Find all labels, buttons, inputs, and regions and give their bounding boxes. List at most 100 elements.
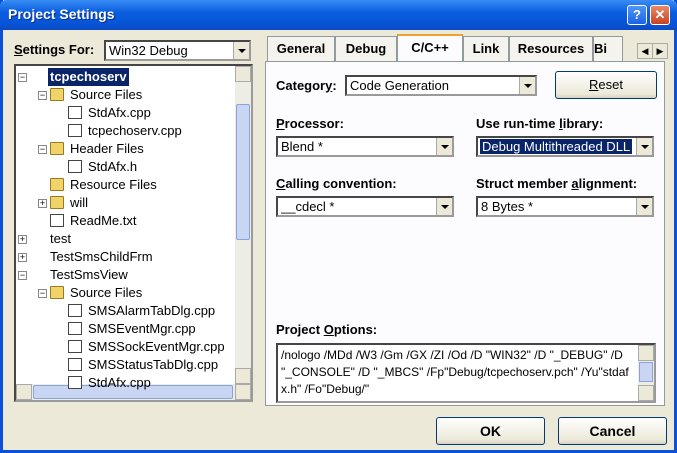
project-options-textarea[interactable]: /nologo /MDd /W3 /Gm /GX /ZI /Od /D "WIN… bbox=[276, 343, 656, 403]
tree-item-label: SMSAlarmTabDlg.cpp bbox=[88, 303, 216, 318]
tab-scroll-buttons: ◀ ▶ bbox=[637, 43, 668, 60]
runtime-library-label-pre: Use run-time bbox=[476, 116, 560, 131]
tree-item-label: SMSStatusTabDlg.cpp bbox=[88, 357, 219, 372]
collapse-icon[interactable]: − bbox=[38, 91, 47, 100]
struct-alignment-label-mnemonic: a bbox=[571, 176, 579, 191]
file-icon bbox=[68, 160, 82, 173]
struct-alignment-label: Struct member alignment: bbox=[476, 176, 637, 191]
folder-icon bbox=[50, 196, 64, 209]
tree-vertical-scrollbar[interactable] bbox=[235, 66, 251, 384]
calling-convention-label-text: alling convention: bbox=[285, 176, 397, 191]
tab-c-c-[interactable]: C/C++ bbox=[397, 34, 463, 61]
cancel-button[interactable]: Cancel bbox=[558, 417, 667, 445]
file-icon bbox=[50, 214, 64, 227]
settings-for-label-text: ettings For: bbox=[22, 42, 95, 57]
tree-item-label: TestSmsView bbox=[50, 267, 128, 282]
runtime-library-value-wrap: Debug Multithreaded DLL bbox=[480, 139, 634, 154]
processor-combo[interactable]: Blend * bbox=[276, 136, 454, 157]
tab-bi[interactable]: Bi bbox=[593, 36, 623, 61]
file-icon bbox=[68, 376, 82, 389]
tab-link[interactable]: Link bbox=[463, 36, 509, 61]
tree-item-label: will bbox=[70, 195, 89, 210]
file-icon bbox=[68, 304, 82, 317]
project-icon bbox=[30, 268, 44, 281]
scroll-up-icon[interactable] bbox=[235, 66, 251, 82]
chevron-down-icon[interactable] bbox=[436, 138, 452, 155]
runtime-library-label: Use run-time library: bbox=[476, 116, 603, 131]
settings-for-value: Win32 Debug bbox=[109, 43, 188, 58]
tab-scroll-right-icon[interactable]: ▶ bbox=[652, 43, 668, 59]
expand-icon[interactable]: + bbox=[38, 199, 47, 208]
chevron-down-icon[interactable] bbox=[636, 198, 652, 215]
scroll-left-icon[interactable] bbox=[16, 384, 32, 400]
tab-debug[interactable]: Debug bbox=[335, 36, 397, 61]
processor-label-mnemonic: P bbox=[276, 116, 285, 131]
tab-resources[interactable]: Resources bbox=[509, 36, 593, 61]
tree-item-label: StdAfx.cpp bbox=[88, 105, 151, 120]
category-combo[interactable]: Code Generation bbox=[345, 75, 537, 96]
tree-item-label: Source Files bbox=[70, 285, 143, 300]
expand-icon[interactable]: + bbox=[18, 253, 27, 262]
collapse-icon[interactable]: − bbox=[18, 271, 27, 280]
help-button[interactable]: ? bbox=[627, 5, 647, 25]
reset-mnemonic: R bbox=[589, 77, 599, 92]
project-icon bbox=[30, 250, 44, 263]
project-icon bbox=[30, 70, 44, 83]
project-options-label-text: ptions: bbox=[333, 322, 378, 337]
reset-button[interactable]: Reset bbox=[555, 71, 657, 99]
project-options-label-mnemonic: O bbox=[323, 322, 334, 337]
options-scrollbar[interactable] bbox=[638, 345, 654, 401]
category-value: Code Generation bbox=[350, 78, 450, 93]
tree-item-label: StdAfx.h bbox=[88, 159, 138, 174]
category-label-colon: : bbox=[332, 78, 337, 93]
chevron-down-icon[interactable] bbox=[436, 198, 452, 215]
scroll-down-icon[interactable] bbox=[638, 385, 654, 401]
tab-scroll-left-icon[interactable]: ◀ bbox=[637, 43, 653, 59]
struct-alignment-combo[interactable]: 8 Bytes * bbox=[476, 196, 654, 217]
tree-item-label: tcpechoserv.cpp bbox=[88, 123, 182, 138]
collapse-icon[interactable]: − bbox=[18, 73, 27, 82]
runtime-library-combo[interactable]: Debug Multithreaded DLL bbox=[476, 136, 654, 157]
project-tree[interactable]: − tcpechoserv − Source Files StdAfx.cpp tcpec… bbox=[14, 64, 253, 402]
processor-label: Processor: bbox=[276, 116, 344, 131]
runtime-library-value: Debug Multithreaded DLL bbox=[480, 139, 633, 154]
window-title: Project Settings bbox=[8, 6, 115, 22]
options-scroll-thumb[interactable] bbox=[639, 362, 653, 382]
project-options-label: Project Options: bbox=[276, 322, 377, 337]
chevron-down-icon[interactable] bbox=[636, 138, 652, 155]
struct-alignment-label-text: lignment: bbox=[578, 176, 638, 191]
scroll-up-icon[interactable] bbox=[638, 345, 654, 361]
scroll-right-icon[interactable] bbox=[235, 384, 251, 400]
ok-button[interactable]: OK bbox=[436, 417, 545, 445]
chevron-down-icon[interactable] bbox=[233, 42, 249, 59]
collapse-icon[interactable]: − bbox=[38, 289, 47, 298]
chevron-down-icon[interactable] bbox=[519, 77, 535, 94]
struct-alignment-label-pre: Struct member bbox=[476, 176, 572, 191]
file-icon bbox=[68, 106, 82, 119]
settings-for-combo[interactable]: Win32 Debug bbox=[104, 40, 251, 61]
folder-icon bbox=[50, 142, 64, 155]
folder-icon bbox=[50, 88, 64, 101]
tab-general[interactable]: General bbox=[267, 36, 335, 61]
tree-item-label: Header Files bbox=[70, 141, 144, 156]
calling-convention-label: Calling convention: bbox=[276, 176, 397, 191]
close-button[interactable]: ✕ bbox=[650, 5, 670, 25]
expand-icon[interactable]: + bbox=[18, 235, 27, 244]
file-icon bbox=[68, 340, 82, 353]
file-icon bbox=[68, 358, 82, 371]
calling-convention-combo[interactable]: __cdecl * bbox=[276, 196, 454, 217]
file-icon bbox=[68, 322, 82, 335]
scroll-down-icon[interactable] bbox=[235, 368, 251, 384]
reset-label: eset bbox=[598, 77, 623, 92]
project-options-text: /nologo /MDd /W3 /Gm /GX /ZI /Od /D "WIN… bbox=[281, 348, 629, 396]
tree-scroll-thumb[interactable] bbox=[236, 104, 250, 240]
file-icon bbox=[68, 124, 82, 137]
collapse-icon[interactable]: − bbox=[38, 145, 47, 154]
calling-convention-label-mnemonic: C bbox=[276, 176, 286, 191]
folder-icon bbox=[50, 178, 64, 191]
tree-item-label: Resource Files bbox=[70, 177, 157, 192]
settings-for-label: Settings For: bbox=[14, 42, 94, 57]
title-bar[interactable]: Project Settings ? ✕ bbox=[0, 0, 677, 30]
tree-item-label: SMSEventMgr.cpp bbox=[88, 321, 196, 336]
tree-item-label: test bbox=[50, 231, 71, 246]
